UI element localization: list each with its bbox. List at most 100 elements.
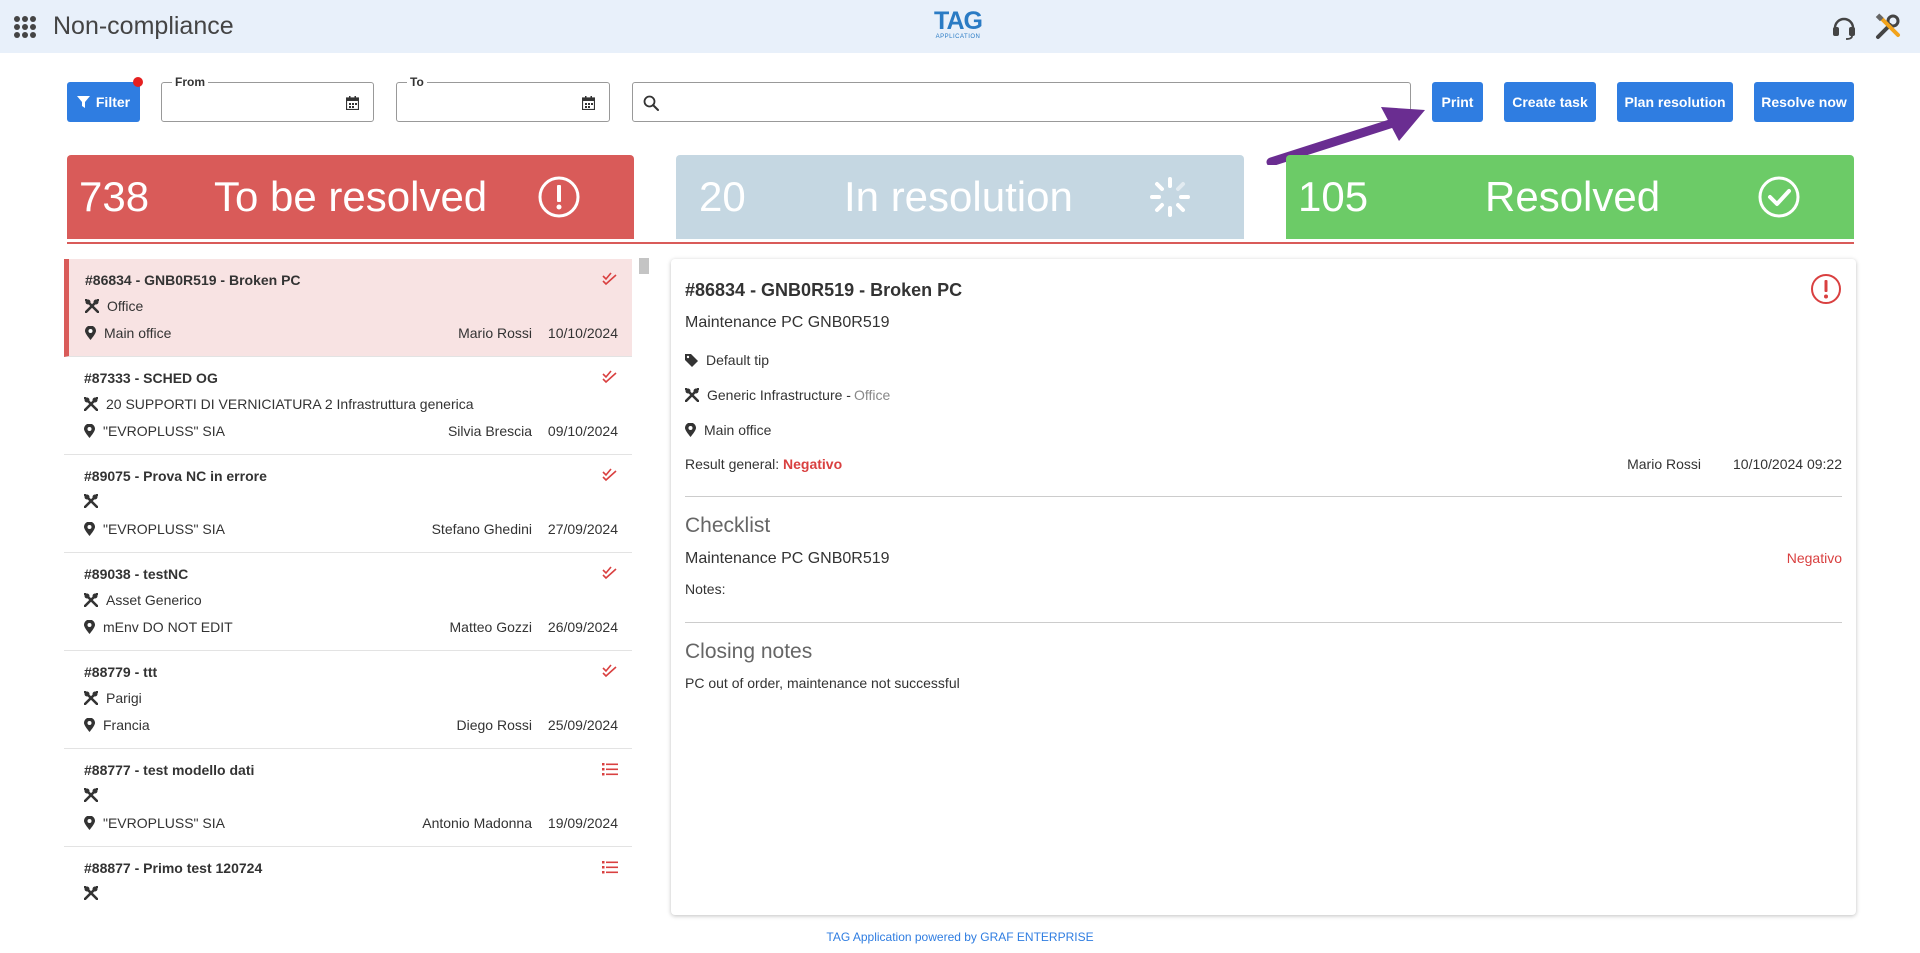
app-header: Non-compliance TAG APPLICATION xyxy=(0,0,1920,53)
list-item-user: Antonio Madonna xyxy=(422,815,532,831)
list-item-title: #88777 - test modello dati xyxy=(84,762,255,778)
funnel-icon xyxy=(76,95,90,108)
tools-icon xyxy=(84,691,98,705)
list-item-location: "EVROPLUSS" SIA xyxy=(84,521,225,537)
map-pin-icon xyxy=(84,620,95,634)
tools-icon[interactable] xyxy=(1874,13,1902,41)
list-item-location: "EVROPLUSS" SIA xyxy=(84,423,225,439)
detail-infrastructure-row: Generic Infrastructure - Office xyxy=(685,387,890,403)
detail-tag: Default tip xyxy=(706,352,770,368)
list-item-location: Main office xyxy=(85,325,171,341)
list-item[interactable]: #88777 - test modello dati "EVROPLUSS" SI… xyxy=(64,749,632,847)
detail-datetime: 10/10/2024 09:22 xyxy=(1733,456,1842,472)
detail-tag-row: Default tip xyxy=(685,352,769,368)
list-item-title: #89038 - testNC xyxy=(84,566,189,582)
detail-location-row: Main office xyxy=(685,422,771,438)
detail-panel: #86834 - GNB0R519 - Broken PC Maintenanc… xyxy=(671,259,1856,915)
tools-icon xyxy=(685,388,699,402)
list-item-asset: Office xyxy=(85,298,143,314)
detail-user: Mario Rossi xyxy=(1627,456,1701,472)
footer-credit[interactable]: TAG Application powered by GRAF ENTERPRI… xyxy=(0,930,1920,944)
calendar-icon[interactable] xyxy=(346,96,359,110)
list-item-date: 27/09/2024 xyxy=(547,521,618,537)
from-date-field[interactable]: From xyxy=(161,75,374,122)
list-item[interactable]: #89038 - testNC Asset Generico mEnv DO NOT… xyxy=(64,553,632,651)
list-item-asset: Parigi xyxy=(84,690,142,706)
list-item-title: #88877 - Primo test 120724 xyxy=(84,860,263,876)
search-icon xyxy=(643,95,659,111)
stat-to-be-resolved[interactable]: 738 To be resolved xyxy=(67,155,634,239)
tools-icon xyxy=(84,397,98,411)
list-item-asset xyxy=(84,494,106,508)
apps-grid-icon[interactable] xyxy=(14,16,36,38)
list-item-user: Matteo Gozzi xyxy=(449,619,532,635)
list-item-date: 09/10/2024 xyxy=(547,423,618,439)
stat-count: 20 xyxy=(699,173,746,220)
closing-notes-heading: Closing notes xyxy=(685,640,813,663)
stat-resolved[interactable]: 105 Resolved xyxy=(1286,155,1854,239)
list-item[interactable]: #89075 - Prova NC in errore "EVROPLUSS" S… xyxy=(64,455,632,553)
list-item-asset xyxy=(84,886,106,900)
spinner-icon xyxy=(1150,177,1190,217)
from-date-label: From xyxy=(172,75,208,89)
result-value: Negativo xyxy=(783,456,843,472)
resolve-now-button[interactable]: Resolve now xyxy=(1754,82,1854,122)
list-item-date: 10/10/2024 xyxy=(547,325,618,341)
map-pin-icon xyxy=(84,424,95,438)
list-item-user: Mario Rossi xyxy=(458,325,532,341)
print-button[interactable]: Print xyxy=(1432,82,1483,122)
list-item-location: mEnv DO NOT EDIT xyxy=(84,619,233,635)
result-label: Result general: xyxy=(685,456,780,472)
nc-list: #86834 - GNB0R519 - Broken PC Office Main … xyxy=(64,259,632,911)
tools-icon xyxy=(84,494,98,508)
check-circle-icon xyxy=(1758,176,1800,218)
tools-icon xyxy=(84,886,98,900)
create-task-button[interactable]: Create task xyxy=(1504,82,1596,122)
list-item-date: 26/09/2024 xyxy=(547,619,618,635)
double-check-icon xyxy=(602,370,617,384)
stat-count: 105 xyxy=(1298,173,1369,220)
list-item-title: #89075 - Prova NC in errore xyxy=(84,468,267,484)
list-item[interactable]: #87333 - SCHED OG 20 SUPPORTI DI VERNICIA… xyxy=(64,357,632,455)
filter-label: Filter xyxy=(95,94,131,110)
list-item-location: Francia xyxy=(84,717,150,733)
list-scrollbar[interactable] xyxy=(639,258,649,274)
detail-title: #86834 - GNB0R519 - Broken PC xyxy=(685,280,963,300)
page-title: Non-compliance xyxy=(53,12,234,40)
list-icon xyxy=(602,763,618,776)
list-item[interactable]: #86834 - GNB0R519 - Broken PC Office Main … xyxy=(64,259,632,357)
map-pin-icon xyxy=(84,718,95,732)
list-item-user: Silvia Brescia xyxy=(447,423,532,439)
list-item-date: 25/09/2024 xyxy=(547,717,618,733)
tools-icon xyxy=(85,299,99,313)
double-check-icon xyxy=(602,468,617,482)
list-item-title: #88779 - ttt xyxy=(84,664,158,680)
detail-infrastructure: Generic Infrastructure - xyxy=(707,387,851,403)
calendar-icon[interactable] xyxy=(582,96,595,110)
filter-active-badge xyxy=(133,77,143,87)
map-pin-icon xyxy=(84,522,95,536)
closing-notes-text: PC out of order, maintenance not success… xyxy=(685,675,960,691)
exclamation-circle-icon xyxy=(538,176,580,218)
plan-resolution-button[interactable]: Plan resolution xyxy=(1617,82,1733,122)
list-item-title: #87333 - SCHED OG xyxy=(84,370,218,386)
detail-location: Main office xyxy=(704,422,772,438)
notes-label: Notes: xyxy=(685,581,726,597)
list-item-asset: 20 SUPPORTI DI VERNICIATURA 2 Infrastrut… xyxy=(84,396,474,412)
stat-count: 738 xyxy=(79,173,150,220)
filter-button[interactable]: Filter xyxy=(67,82,140,122)
list-item-title: #86834 - GNB0R519 - Broken PC xyxy=(85,272,301,288)
list-item-asset xyxy=(84,788,106,802)
list-item[interactable]: #88877 - Primo test 120724 xyxy=(64,847,632,911)
tag-logo: TAG APPLICATION xyxy=(934,7,983,41)
tag-icon xyxy=(685,353,698,367)
list-icon xyxy=(602,861,618,874)
tools-icon xyxy=(84,788,98,802)
stat-in-resolution[interactable]: 20 In resolution xyxy=(676,155,1244,239)
double-check-icon xyxy=(602,272,617,286)
checklist-item: Maintenance PC GNB0R519 xyxy=(685,550,890,567)
headset-icon[interactable] xyxy=(1830,13,1858,41)
to-date-field[interactable]: To xyxy=(396,75,610,122)
list-item[interactable]: #88779 - ttt Parigi Francia Diego Rossi 25/0… xyxy=(64,651,632,749)
map-pin-icon xyxy=(85,326,96,340)
